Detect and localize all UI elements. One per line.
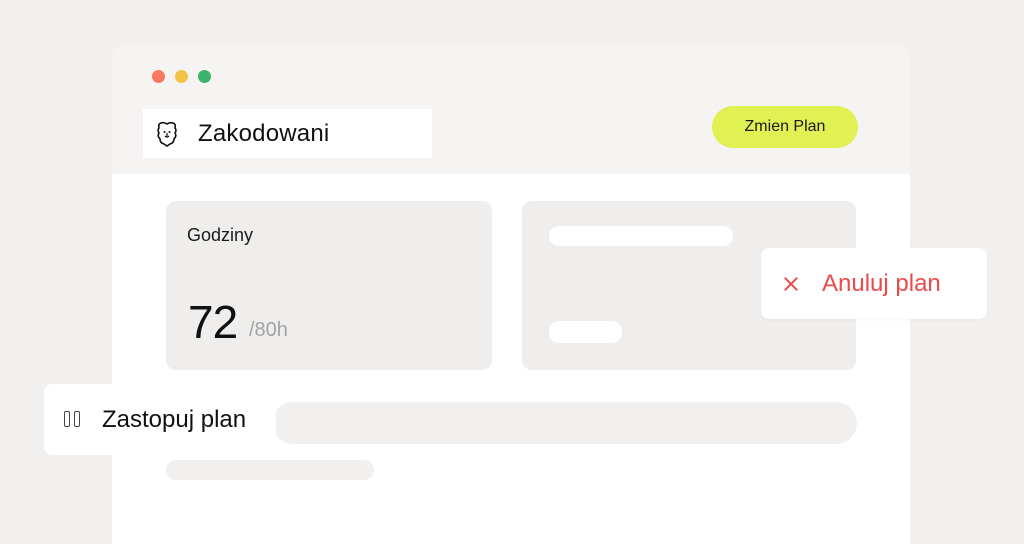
hours-used-value: 72 xyxy=(188,296,238,348)
skeleton-bar xyxy=(272,402,857,444)
brand-header: Zakodowani xyxy=(143,109,432,158)
skeleton-pill xyxy=(549,321,622,343)
pause-icon xyxy=(64,410,84,429)
skeleton-line xyxy=(549,226,733,246)
close-window-dot[interactable] xyxy=(152,70,165,83)
replace-plan-label: Zastopuj plan xyxy=(102,405,247,433)
lion-logo-icon xyxy=(156,121,178,147)
minimize-window-dot[interactable] xyxy=(175,70,188,83)
cancel-plan-label: Anuluj plan xyxy=(822,269,941,297)
close-icon xyxy=(783,276,799,292)
maximize-window-dot[interactable] xyxy=(198,70,211,83)
change-plan-button[interactable]: Zmien Plan xyxy=(712,106,858,148)
hours-label: Godziny xyxy=(187,225,254,245)
window-controls xyxy=(152,70,211,83)
cancel-plan-button[interactable]: Anuluj plan xyxy=(761,248,987,319)
skeleton-bar-short xyxy=(166,460,374,480)
hours-total-value: /80h xyxy=(249,319,288,341)
replace-plan-button[interactable]: Zastopuj plan xyxy=(44,384,276,455)
hours-card: Godziny 72 /80h xyxy=(166,201,492,370)
brand-name: Zakodowani xyxy=(198,119,330,147)
main-content: Godziny 72 /80h xyxy=(112,174,910,544)
